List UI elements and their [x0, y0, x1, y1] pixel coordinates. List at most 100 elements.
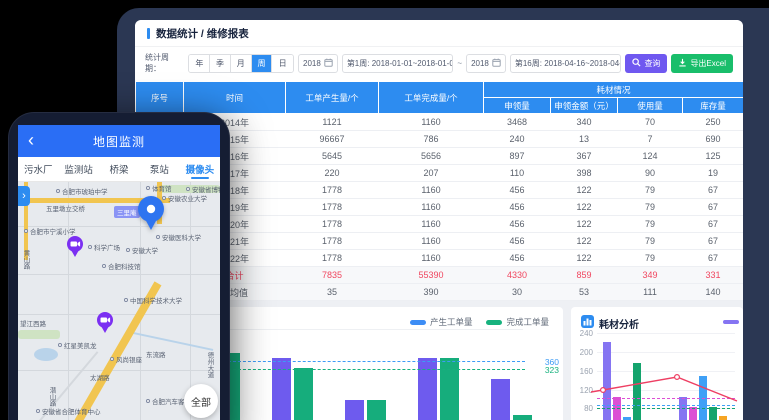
y-axis-tick-label: 80: [573, 404, 593, 413]
legend-swatch: [410, 320, 426, 325]
period-option[interactable]: 季: [210, 55, 231, 72]
panel-expander-icon[interactable]: ›: [18, 186, 30, 206]
table-cell: 1778: [286, 199, 379, 216]
map-view[interactable]: 合肥市琥珀中学体育馆安徽农业大学安徽省博物馆五里墩立交桥合肥市宁溪小学安徽医科大…: [18, 182, 220, 420]
end-week-value: 第16周: 2018-04-16~2018-04-22: [515, 58, 622, 69]
table-cell: 53: [551, 284, 618, 301]
map-label: 安徽省博物馆: [186, 184, 220, 194]
phone-header: ‹ 地图监测: [18, 125, 220, 157]
phone-tab-摄像头[interactable]: 摄像头: [180, 157, 220, 181]
map-label-dot: [58, 343, 62, 347]
table-cell: 90: [618, 165, 683, 182]
map-label: 安徽大学: [126, 245, 158, 255]
reference-line: 360: [223, 361, 525, 362]
start-week-input[interactable]: 第1周: 2018-01-01~2018-01-07: [342, 54, 454, 73]
map-label: 安徽医科大学: [156, 232, 201, 242]
table-cell: 207: [379, 165, 484, 182]
column-header: 时间: [184, 82, 286, 114]
search-icon: [632, 58, 641, 69]
column-header: 工单产生量/个: [286, 82, 379, 114]
table-cell: 1778: [286, 250, 379, 267]
all-button[interactable]: 全部: [184, 384, 218, 418]
table-header: 序号时间工单产生量/个工单完成量/个耗材情况申领量申领金额（元）使用量库存量: [136, 82, 744, 114]
chart-bar: [418, 358, 437, 420]
range-separator: ~: [457, 59, 462, 68]
camera-marker-icon[interactable]: [96, 312, 114, 334]
sub-column-header: 申领量: [484, 98, 551, 114]
period-option[interactable]: 月: [231, 55, 252, 72]
header-row: 序号时间工单产生量/个工单完成量/个耗材情况: [136, 82, 744, 98]
table-cell: 122: [551, 250, 618, 267]
table-cell: 79: [618, 182, 683, 199]
end-year-value: 2018: [471, 59, 489, 68]
map-label: 潜山路: [46, 387, 56, 407]
sub-column-header: 使用量: [618, 98, 683, 114]
workorder-chart-legend: 产生工单量完成工单量: [410, 316, 549, 328]
start-year-select[interactable]: 2018: [298, 54, 338, 73]
table-cell: 30: [484, 284, 551, 301]
period-option[interactable]: 日: [272, 55, 293, 72]
table-cell: 398: [551, 165, 618, 182]
phone-tab-bar: 污水厂监测站桥梁泵站摄像头: [18, 157, 220, 182]
phone-tab-桥梁[interactable]: 桥梁: [99, 157, 139, 181]
table-cell: 79: [618, 233, 683, 250]
phone-tab-泵站[interactable]: 泵站: [139, 157, 179, 181]
table-cell: 1778: [286, 182, 379, 199]
filter-toolbar: 统计周期： 年季月周日 2018 第1周: 2018-01-01~2018-01…: [135, 47, 743, 81]
back-chevron-icon[interactable]: ‹: [28, 129, 34, 151]
period-option[interactable]: 年: [189, 55, 210, 72]
chart-bar: [345, 400, 364, 420]
table-cell: 67: [683, 250, 744, 267]
map-label-dot: [102, 264, 106, 268]
table-cell: 1160: [379, 182, 484, 199]
end-week-input[interactable]: 第16周: 2018-04-16~2018-04-22: [510, 54, 622, 73]
reference-line: 323: [223, 369, 525, 370]
map-label-dot: [56, 189, 60, 193]
phone-tab-监测站[interactable]: 监测站: [58, 157, 98, 181]
table-cell: 110: [484, 165, 551, 182]
map-label-dot: [24, 229, 28, 233]
table-cell: 70: [618, 114, 683, 131]
query-button-label: 查询: [644, 58, 660, 69]
table-cell: 250: [683, 114, 744, 131]
calendar-icon: [492, 58, 501, 69]
map-label: 风尚银座: [110, 354, 142, 364]
table-cell: 456: [484, 216, 551, 233]
query-button[interactable]: 查询: [625, 54, 667, 73]
table-cell: 19: [683, 165, 744, 182]
table-cell: 122: [551, 199, 618, 216]
page-title: 数据统计 / 维修报表: [156, 26, 249, 41]
table-cell: 859: [551, 267, 618, 284]
map-label: 安徽省合肥体育中心: [36, 406, 101, 416]
camera-marker-icon[interactable]: [66, 236, 84, 258]
table-cell: 111: [618, 284, 683, 301]
table-cell: 79: [618, 250, 683, 267]
y-axis-tick-label: 160: [573, 367, 593, 376]
table-cell: 1160: [379, 250, 484, 267]
export-excel-button[interactable]: 导出Excel: [671, 54, 733, 73]
table-cell: 140: [683, 284, 744, 301]
map-label: 太湖路: [90, 372, 110, 382]
phone-tab-污水厂[interactable]: 污水厂: [18, 157, 58, 181]
table-cell: 67: [683, 199, 744, 216]
chart-bar: [367, 400, 386, 420]
end-year-select[interactable]: 2018: [466, 54, 506, 73]
table-cell: 3468: [484, 114, 551, 131]
map-label: 德州大道: [204, 352, 214, 378]
period-option[interactable]: 周: [252, 55, 273, 72]
table-cell: 1160: [379, 114, 484, 131]
table-cell: 125: [683, 148, 744, 165]
table-cell: 122: [551, 216, 618, 233]
start-year-value: 2018: [303, 59, 321, 68]
export-button-label: 导出Excel: [690, 58, 726, 69]
selected-location-pin-icon[interactable]: [136, 195, 166, 231]
consumables-chart-title: 耗材分析: [599, 316, 639, 331]
table-cell: 124: [618, 148, 683, 165]
table-cell: 1160: [379, 216, 484, 233]
column-header: 耗材情况: [484, 82, 744, 98]
legend-item: 产生工单量: [410, 316, 473, 328]
table-cell: 5656: [379, 148, 484, 165]
map-label-dot: [146, 399, 150, 403]
map-label: 望江西路: [20, 318, 46, 328]
table-cell: 331: [683, 267, 744, 284]
